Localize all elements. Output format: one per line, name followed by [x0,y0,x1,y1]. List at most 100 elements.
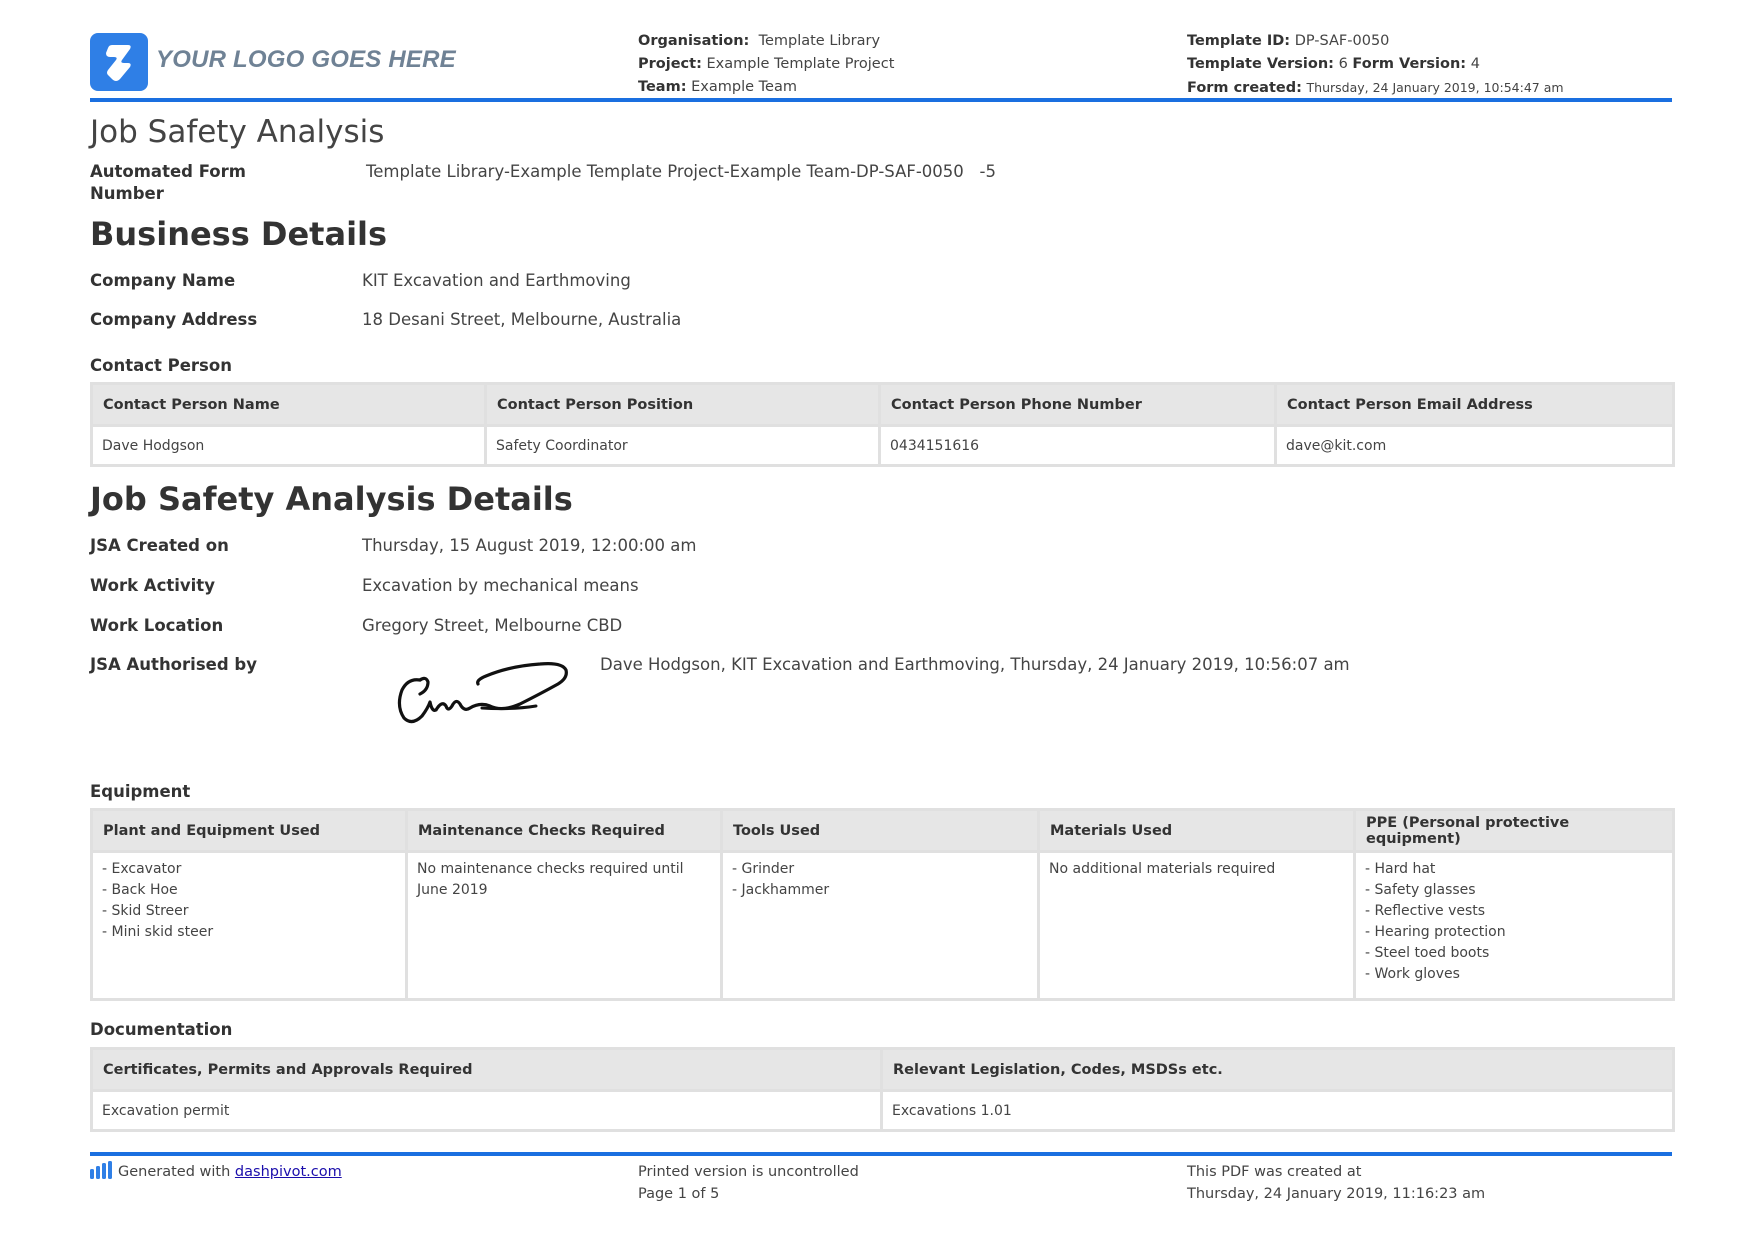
form-number-label-line-1: Automated Form [90,162,246,181]
jsa-details-heading: Job Safety Analysis Details [90,480,573,518]
contact-person-table: Contact Person Name Contact Person Posit… [90,382,1675,467]
equipment-table: Plant and Equipment Used Maintenance Che… [90,808,1675,1001]
dashpivot-logo-icon [90,1161,112,1179]
header-project-info: Organisation: Template Library Project: … [638,30,894,99]
equipment-column-header: Materials Used [1037,808,1356,853]
contact-phone-cell: 0434151616 [878,424,1277,467]
equipment-column-header: PPE (Personal protective equipment) [1353,808,1675,853]
team-value: Example Team [691,79,797,95]
contact-column-header: Contact Person Phone Number [878,382,1277,427]
generated-with-text: Generated with [118,1164,231,1180]
uncontrolled-notice: Printed version is uncontrolled [638,1164,859,1180]
list-item: - Jackhammer [732,882,830,898]
list-item: - Safety glasses [1365,882,1476,898]
contact-person-heading: Contact Person [90,356,232,375]
page-number: Page 1 of 5 [638,1186,720,1202]
list-item: - Mini skid steer [102,924,214,940]
table-row: Excavation permit Excavations 1.01 [90,1089,1675,1132]
documentation-column-header: Relevant Legislation, Codes, MSDSs etc. [880,1047,1675,1092]
dashpivot-link[interactable]: dashpivot.com [235,1164,342,1180]
jsa-created-value: Thursday, 15 August 2019, 12:00:00 am [362,536,697,555]
list-item: - Hard hat [1365,861,1436,877]
document-header: YOUR LOGO GOES HERE Organisation: Templa… [90,30,1672,102]
logo-text: YOUR LOGO GOES HERE [156,46,456,73]
template-id-value: DP-SAF-0050 [1294,33,1390,49]
team-label: Team: [638,79,687,95]
documentation-table: Certificates, Permits and Approvals Requ… [90,1047,1675,1132]
equipment-column-header: Plant and Equipment Used [90,808,408,853]
list-item: - Excavator [102,861,182,877]
form-created-label: Form created: [1187,80,1302,96]
company-name-value: KIT Excavation and Earthmoving [362,271,631,290]
contact-header-row: Contact Person Name Contact Person Posit… [90,382,1675,427]
equipment-heading: Equipment [90,782,191,801]
jsa-authorised-value: Dave Hodgson, KIT Excavation and Earthmo… [600,655,1350,674]
project-value: Example Template Project [706,56,895,72]
documentation-column-header: Certificates, Permits and Approvals Requ… [90,1047,883,1092]
work-activity-label: Work Activity [90,576,215,595]
document-title: Job Safety Analysis [90,114,385,150]
plant-equipment-cell: - Excavator - Back Hoe - Skid Streer - M… [90,850,408,1001]
contact-position-cell: Safety Coordinator [484,424,881,467]
list-item: - Grinder [732,861,795,877]
work-activity-value: Excavation by mechanical means [362,576,639,595]
documentation-header-row: Certificates, Permits and Approvals Requ… [90,1047,1675,1092]
tools-cell: - Grinder - Jackhammer [720,850,1040,1001]
contact-column-header: Contact Person Name [90,382,487,427]
equipment-header-row: Plant and Equipment Used Maintenance Che… [90,808,1675,853]
pdf-created-value: Thursday, 24 January 2019, 11:16:23 am [1187,1186,1486,1202]
footer-generated: Generated with dashpivot.com [90,1161,342,1183]
company-logo [90,33,148,91]
work-location-label: Work Location [90,616,224,635]
maintenance-text: No maintenance checks required until Jun… [417,861,684,898]
header-divider [90,98,1672,102]
company-address-label: Company Address [90,310,258,329]
business-details-heading: Business Details [90,215,388,253]
company-address-value: 18 Desani Street, Melbourne, Australia [362,310,682,329]
signature-image [397,662,568,724]
list-item: - Hearing protection [1365,924,1506,940]
maintenance-checks-cell: No maintenance checks required until Jun… [405,850,723,1001]
footer-print-info: Printed version is uncontrolled Page 1 o… [638,1161,859,1205]
contact-name-cell: Dave Hodgson [90,424,487,467]
equipment-column-header: Tools Used [720,808,1040,853]
table-row: - Excavator - Back Hoe - Skid Streer - M… [90,850,1675,1001]
ppe-cell: - Hard hat - Safety glasses - Reflective… [1353,850,1675,1001]
form-number-value: Template Library-Example Template Projec… [366,162,996,181]
documentation-heading: Documentation [90,1020,233,1039]
form-created-value: Thursday, 24 January 2019, 10:54:47 am [1306,80,1564,95]
form-number-label-line-2: Number [90,184,164,203]
list-item: - Skid Streer [102,903,189,919]
materials-cell: No additional materials required [1037,850,1356,1001]
logo-icon [106,45,131,81]
project-label: Project: [638,56,702,72]
footer-pdf-info: This PDF was created at Thursday, 24 Jan… [1187,1161,1485,1205]
list-item: - Reflective vests [1365,903,1486,919]
materials-text: No additional materials required [1049,861,1276,877]
list-item: - Steel toed boots [1365,945,1490,961]
pdf-created-label: This PDF was created at [1187,1164,1362,1180]
header-template-info: Template ID: DP-SAF-0050 Template Versio… [1187,30,1564,100]
company-name-label: Company Name [90,271,236,290]
work-location-value: Gregory Street, Melbourne CBD [362,616,623,635]
legislation-cell: Excavations 1.01 [880,1089,1675,1132]
form-number-label: Automated Form Number [90,161,246,205]
contact-column-header: Contact Person Email Address [1274,382,1675,427]
organisation-value: Template Library [758,33,881,49]
jsa-created-label: JSA Created on [90,536,229,555]
template-version-value: 6 [1338,56,1348,72]
footer-divider [90,1152,1672,1156]
template-id-label: Template ID: [1187,33,1291,49]
template-version-label: Template Version: [1187,56,1334,72]
organisation-label: Organisation: [638,33,750,49]
contact-column-header: Contact Person Position [484,382,881,427]
jsa-authorised-label: JSA Authorised by [90,655,257,674]
contact-email-cell: dave@kit.com [1274,424,1675,467]
certificates-cell: Excavation permit [90,1089,883,1132]
form-version-value: 4 [1470,56,1480,72]
table-row: Dave Hodgson Safety Coordinator 04341516… [90,424,1675,467]
list-item: - Work gloves [1365,966,1460,982]
equipment-column-header: Maintenance Checks Required [405,808,723,853]
list-item: - Back Hoe [102,882,178,898]
form-version-label: Form Version: [1352,56,1467,72]
